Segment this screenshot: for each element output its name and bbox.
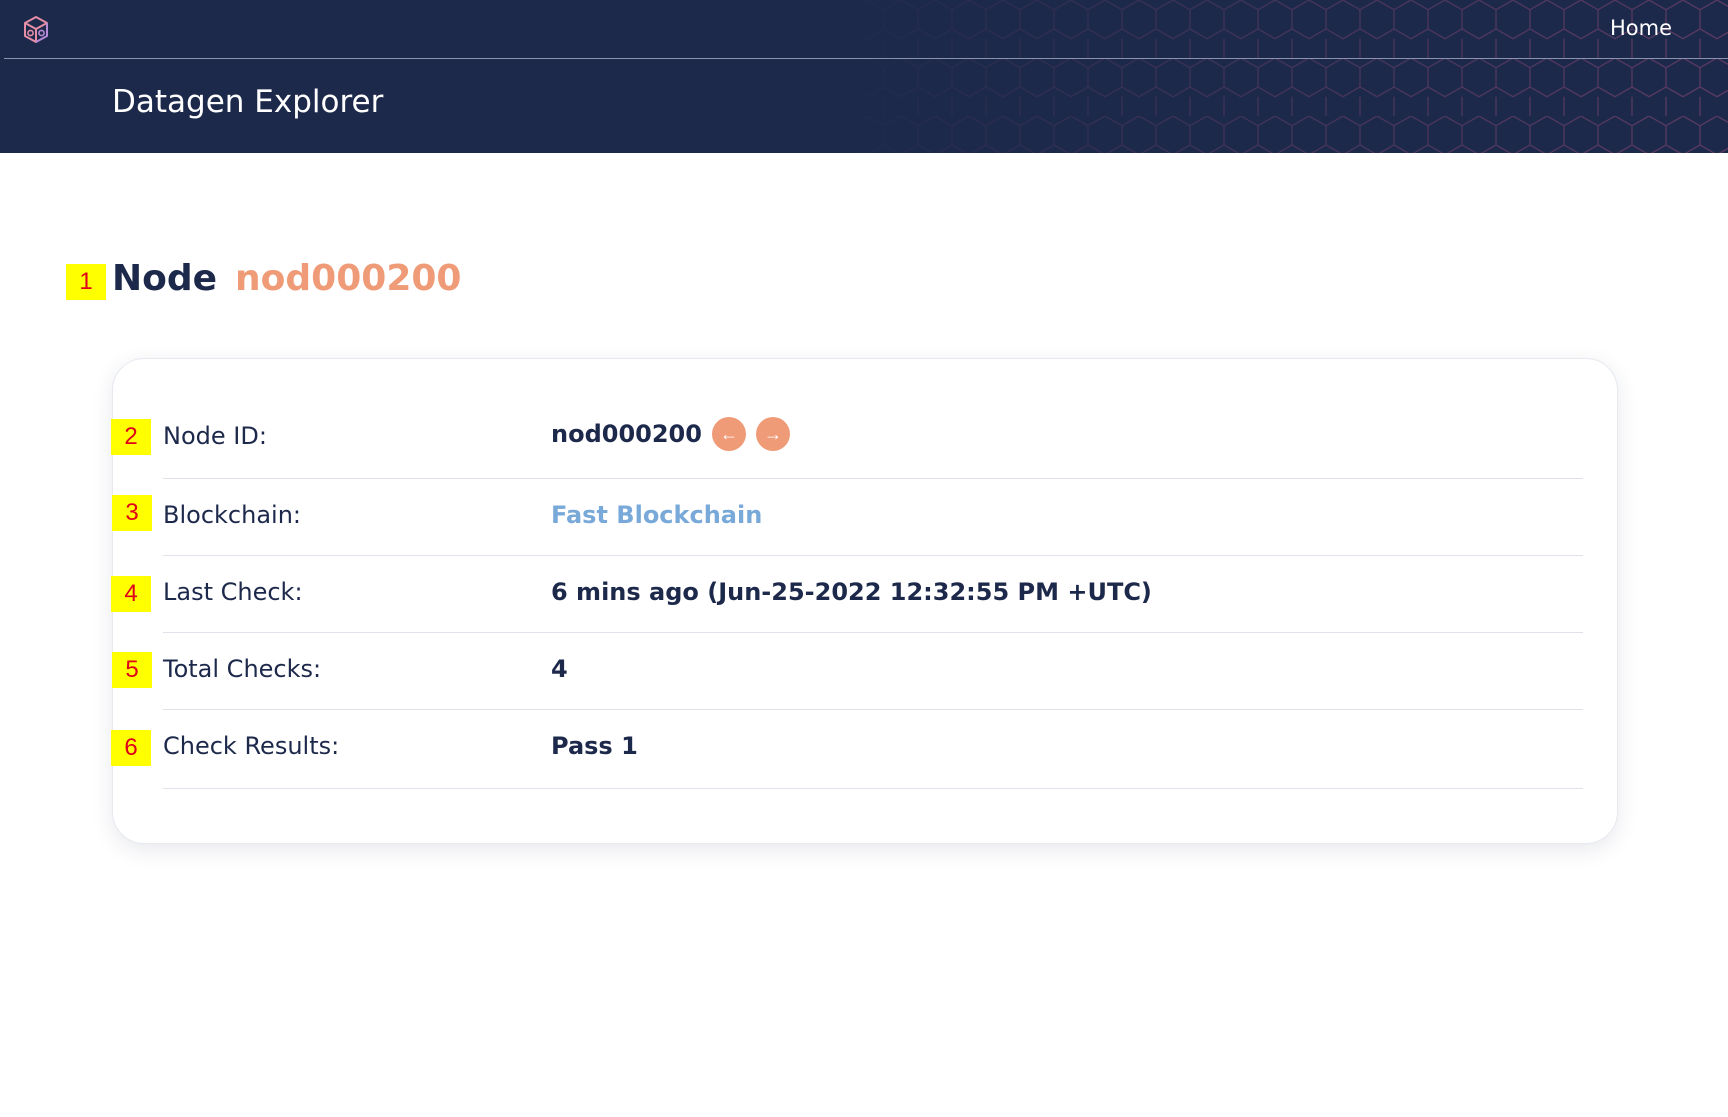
marker-badge-4: 4 <box>111 576 151 612</box>
marker-badge-5: 5 <box>112 652 152 688</box>
cube-logo-icon[interactable] <box>20 14 52 46</box>
detail-row-total-checks: Total Checks: 4 <box>163 633 1583 710</box>
page-title-label: Node <box>112 258 218 299</box>
detail-row-blockchain: Blockchain: Fast Blockchain <box>163 479 1583 556</box>
last-check-value: 6 mins ago (Jun-25-2022 12:32:55 PM +UTC… <box>551 578 1152 606</box>
node-details-card: Node ID: nod000200 ← → Blockchain: Fast … <box>112 358 1618 844</box>
detail-row-node-id: Node ID: nod000200 ← → <box>163 359 1583 479</box>
site-header: Home Datagen Explorer <box>0 0 1728 153</box>
node-id-label: Node ID: <box>163 422 267 450</box>
header-divider <box>4 58 1728 59</box>
arrow-left-icon: ← <box>719 424 738 444</box>
total-checks-label: Total Checks: <box>163 655 322 683</box>
arrow-right-icon: → <box>763 424 782 444</box>
check-results-label: Check Results: <box>163 732 340 760</box>
total-checks-value: 4 <box>551 655 568 683</box>
check-results-value: Pass 1 <box>551 732 638 760</box>
marker-badge-6: 6 <box>111 730 151 766</box>
detail-row-last-check: Last Check: 6 mins ago (Jun-25-2022 12:3… <box>163 556 1583 633</box>
page-title: Node nod000200 <box>112 258 461 308</box>
page-title-node-id: nod000200 <box>235 258 462 299</box>
prev-node-button[interactable]: ← <box>711 417 746 451</box>
nav-home-link[interactable]: Home <box>1610 16 1672 40</box>
top-nav-bar: Home <box>0 0 1728 59</box>
detail-row-check-results: Check Results: Pass 1 <box>163 710 1583 789</box>
blockchain-label: Blockchain: <box>163 501 301 529</box>
next-node-button[interactable]: → <box>755 417 790 451</box>
blockchain-link[interactable]: Fast Blockchain <box>551 501 762 529</box>
node-id-value: nod000200 <box>551 420 702 448</box>
node-id-value-group: nod000200 ← → <box>551 417 790 451</box>
marker-badge-3: 3 <box>112 495 152 531</box>
last-check-label: Last Check: <box>163 578 303 606</box>
marker-badge-1: 1 <box>66 264 106 300</box>
marker-badge-2: 2 <box>111 419 151 455</box>
app-title: Datagen Explorer <box>112 84 384 120</box>
